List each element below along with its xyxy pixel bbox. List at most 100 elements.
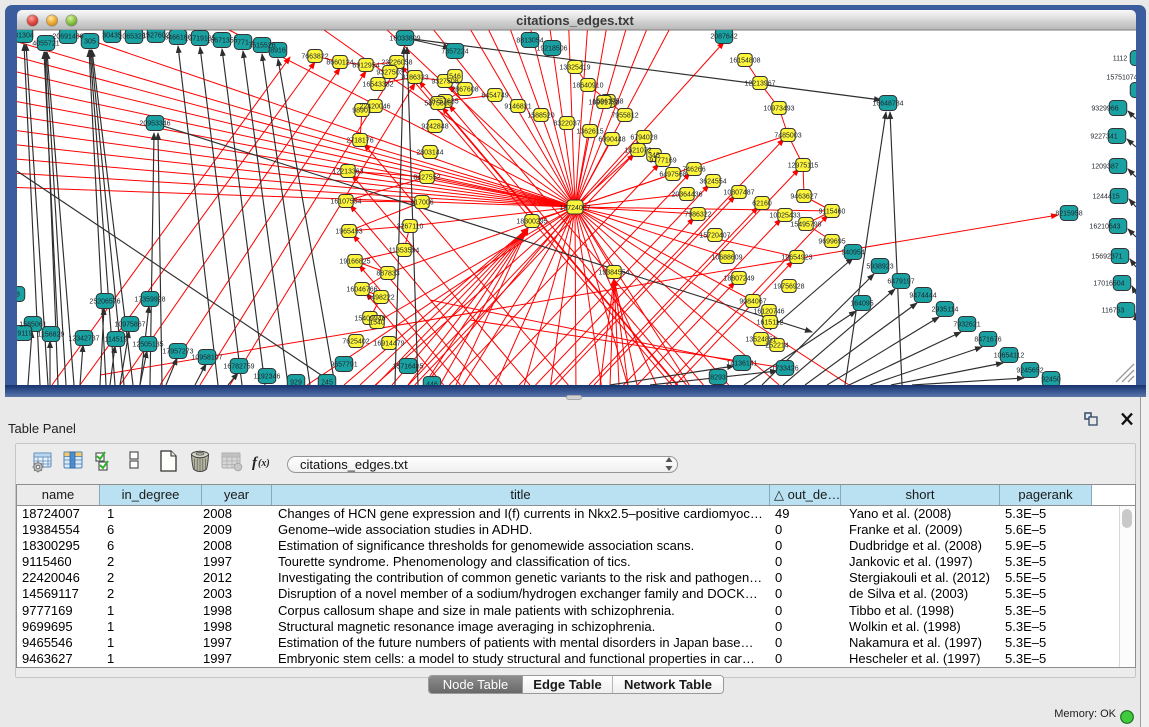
svg-text:1209387: 1209387 <box>1091 164 1118 171</box>
svg-text:15751074: 15751074 <box>1106 75 1137 82</box>
svg-text:20691406: 20691406 <box>52 34 83 41</box>
svg-text:7955812: 7955812 <box>611 113 638 120</box>
svg-text:8215958: 8215958 <box>1055 211 1082 218</box>
svg-text:9115460: 9115460 <box>819 209 846 216</box>
svg-text:887833: 887833 <box>376 271 399 278</box>
svg-text:1192346: 1192346 <box>254 374 281 381</box>
svg-text:19166825: 19166825 <box>339 259 370 266</box>
svg-text:16210643: 16210643 <box>1089 224 1120 231</box>
svg-text:81304: 81304 <box>14 33 34 40</box>
svg-text:62160: 62160 <box>752 201 772 208</box>
svg-text:1615112: 1615112 <box>757 320 784 327</box>
svg-text:7625402: 7625402 <box>342 339 369 346</box>
svg-text:8293: 8293 <box>710 375 726 382</box>
svg-text:9474444: 9474444 <box>909 293 936 300</box>
svg-text:16046766: 16046766 <box>346 287 377 294</box>
svg-text:305: 305 <box>84 39 96 46</box>
svg-text:19654923: 19654923 <box>781 255 812 262</box>
svg-text:252214: 252214 <box>765 343 788 350</box>
svg-text:16648784: 16648784 <box>872 101 903 108</box>
svg-text:940954: 940954 <box>841 250 864 257</box>
svg-text:9699695: 9699695 <box>818 239 845 246</box>
svg-text:5875685: 5875685 <box>424 101 451 108</box>
svg-text:2718176: 2718176 <box>346 138 373 145</box>
svg-text:10975867: 10975867 <box>114 322 145 329</box>
svg-text:18640910: 18640910 <box>572 83 603 90</box>
svg-text:18724007: 18724007 <box>559 205 590 212</box>
svg-text:16914479: 16914479 <box>373 341 404 348</box>
svg-text:1540: 1540 <box>369 320 385 327</box>
svg-text:546: 546 <box>449 74 461 81</box>
svg-text:17359928: 17359928 <box>134 297 165 304</box>
svg-text:16033809: 16033809 <box>389 36 420 43</box>
svg-text:92450: 92450 <box>1041 377 1061 384</box>
svg-text:1362615: 1362615 <box>576 129 603 136</box>
svg-text:10973493: 10973493 <box>763 106 794 113</box>
svg-text:10961758: 10961758 <box>588 100 619 107</box>
svg-text:12505135: 12505135 <box>132 342 163 349</box>
svg-text:8912954: 8912954 <box>352 63 379 70</box>
svg-text:3624554: 3624554 <box>699 179 726 186</box>
svg-text:10654112: 10654112 <box>994 353 1025 360</box>
svg-text:9777169: 9777169 <box>649 158 676 165</box>
svg-text:8471676: 8471676 <box>974 337 1001 344</box>
svg-text:1112: 1112 <box>1113 56 1128 63</box>
svg-text:2935114: 2935114 <box>932 307 959 314</box>
svg-text:2803144: 2803144 <box>416 150 443 157</box>
svg-text:7663822: 7663822 <box>301 54 328 61</box>
svg-text:164095: 164095 <box>850 301 873 308</box>
svg-text:9227341: 9227341 <box>1090 134 1117 141</box>
svg-text:8186323: 8186323 <box>401 75 428 82</box>
svg-text:6990448: 6990448 <box>598 137 625 144</box>
svg-text:6479197: 6479197 <box>887 279 914 286</box>
svg-text:7986322: 7986322 <box>684 212 711 219</box>
svg-text:17016504: 17016504 <box>1093 281 1124 288</box>
svg-text:9242848: 9242848 <box>421 124 448 131</box>
svg-text:15716485: 15716485 <box>392 364 423 371</box>
svg-text:15720407: 15720407 <box>699 233 730 240</box>
svg-text:23226058: 23226058 <box>381 60 412 67</box>
svg-text:9245652: 9245652 <box>1016 368 1043 375</box>
svg-text:10025433: 10025433 <box>769 213 800 220</box>
svg-text:13325419: 13325419 <box>559 65 590 72</box>
svg-text:9327503: 9327503 <box>376 70 403 77</box>
svg-text:9146821: 9146821 <box>504 104 531 111</box>
svg-text:14136141: 14136141 <box>726 361 757 368</box>
svg-text:9498222: 9498222 <box>367 295 394 302</box>
svg-text:8427552: 8427552 <box>413 175 440 182</box>
svg-text:11353594: 11353594 <box>389 248 420 255</box>
svg-text:771: 771 <box>237 40 249 47</box>
svg-text:1156829: 1156829 <box>38 332 65 339</box>
svg-text:16543382: 16543382 <box>362 82 393 89</box>
svg-text:1244415: 1244415 <box>1092 194 1119 201</box>
svg-text:25206576: 25206576 <box>89 299 120 306</box>
svg-text:417006: 417006 <box>410 200 433 207</box>
svg-text:116753: 116753 <box>1102 308 1125 315</box>
svg-text:7357224: 7357224 <box>441 49 468 56</box>
svg-text:12213967: 12213967 <box>744 81 775 88</box>
svg-text:16107554: 16107554 <box>330 199 361 206</box>
svg-text:10958107: 10958107 <box>191 355 222 362</box>
svg-text:114519: 114519 <box>105 337 128 344</box>
svg-text:1965493: 1965493 <box>335 229 362 236</box>
svg-text:18807249: 18807249 <box>723 276 754 283</box>
svg-text:9463627: 9463627 <box>790 194 817 201</box>
svg-text:16120746: 16120746 <box>753 309 784 316</box>
svg-text:98901: 98901 <box>352 108 372 115</box>
svg-text:8813054: 8813054 <box>516 38 543 45</box>
svg-text:19218506: 19218506 <box>536 46 567 53</box>
svg-text:12342737: 12342737 <box>68 336 99 343</box>
svg-text:5938923: 5938923 <box>866 264 893 271</box>
svg-text:16671355: 16671355 <box>206 38 237 45</box>
svg-text:7485003: 7485003 <box>774 133 801 140</box>
svg-text:2867608: 2867608 <box>451 87 478 94</box>
svg-text:1588520: 1588520 <box>527 113 554 120</box>
svg-text:12975115: 12975115 <box>788 163 819 170</box>
svg-text:1733426: 1733426 <box>771 366 798 373</box>
svg-text:15495798: 15495798 <box>790 222 821 229</box>
svg-text:16154808: 16154808 <box>729 58 760 65</box>
svg-text:19384554: 19384554 <box>598 270 629 277</box>
svg-text:citations_edges.txt: citations_edges.txt <box>516 13 634 28</box>
svg-text:7932621: 7932621 <box>953 322 980 329</box>
svg-text:8660124: 8660124 <box>326 60 353 67</box>
